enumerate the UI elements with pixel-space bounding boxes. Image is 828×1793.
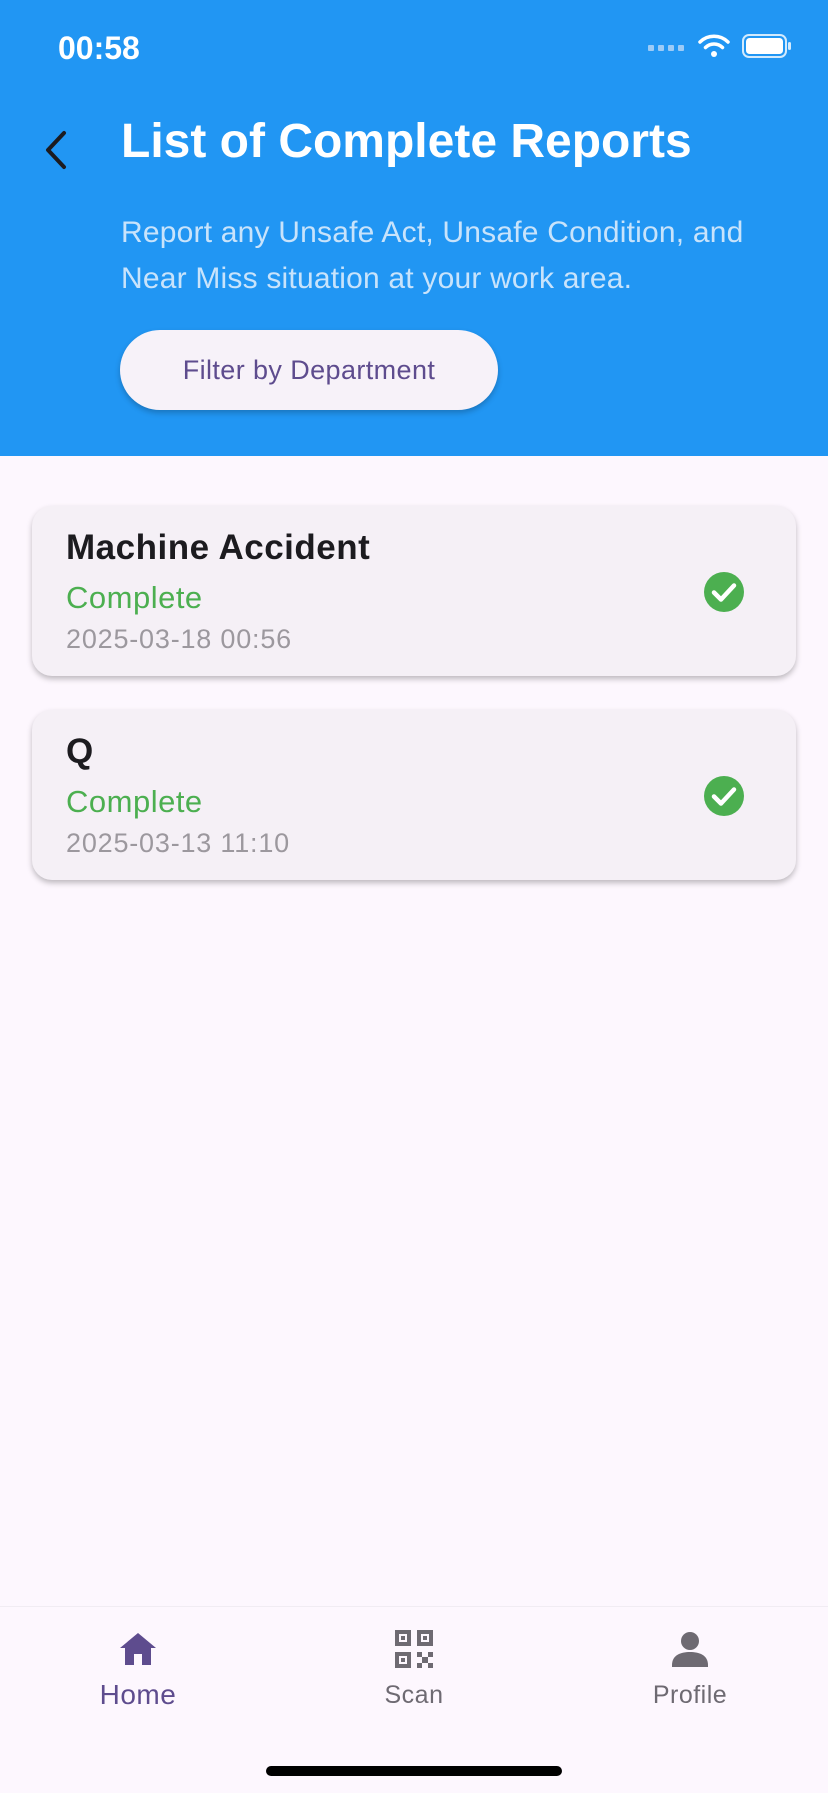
nav-label: Home [99,1679,177,1710]
report-status: Complete [66,784,203,819]
home-icon [116,1627,160,1671]
page-subtitle: Report any Unsafe Act, Unsafe Condition,… [121,216,744,295]
bottom-navigation: Home Scan Profile [0,1606,828,1793]
check-circle-icon [704,776,744,816]
nav-item-profile[interactable]: Profile [600,1627,780,1727]
report-status: Complete [66,580,203,615]
page-title: List of Complete Reports [121,115,692,168]
report-date: 2025-03-18 00:56 [66,624,292,654]
wifi-icon [698,34,730,57]
report-date: 2025-03-13 11:10 [66,828,290,858]
person-icon [668,1627,712,1671]
status-time: 00:58 [58,30,140,66]
filter-by-department-button[interactable]: Filter by Department [120,330,498,410]
nav-label: Profile [652,1681,728,1709]
signal-icon [648,45,684,51]
home-indicator [266,1766,562,1776]
qr-code-icon [392,1627,436,1671]
check-circle-icon [704,572,744,612]
report-card[interactable]: Q Complete 2025-03-13 11:10 [32,710,796,880]
report-card[interactable]: Machine Accident Complete 2025-03-18 00:… [32,506,796,676]
back-button[interactable] [34,122,78,178]
nav-item-home[interactable]: Home [48,1627,228,1727]
nav-item-scan[interactable]: Scan [324,1627,504,1727]
report-title: Machine Accident [66,528,371,567]
status-icons [648,34,792,58]
nav-label: Scan [384,1681,444,1709]
app-header: 00:58 List of Complete Reports Report an… [0,0,828,456]
battery-icon [742,34,791,58]
chevron-left-icon [46,131,66,169]
report-title: Q [66,732,94,771]
